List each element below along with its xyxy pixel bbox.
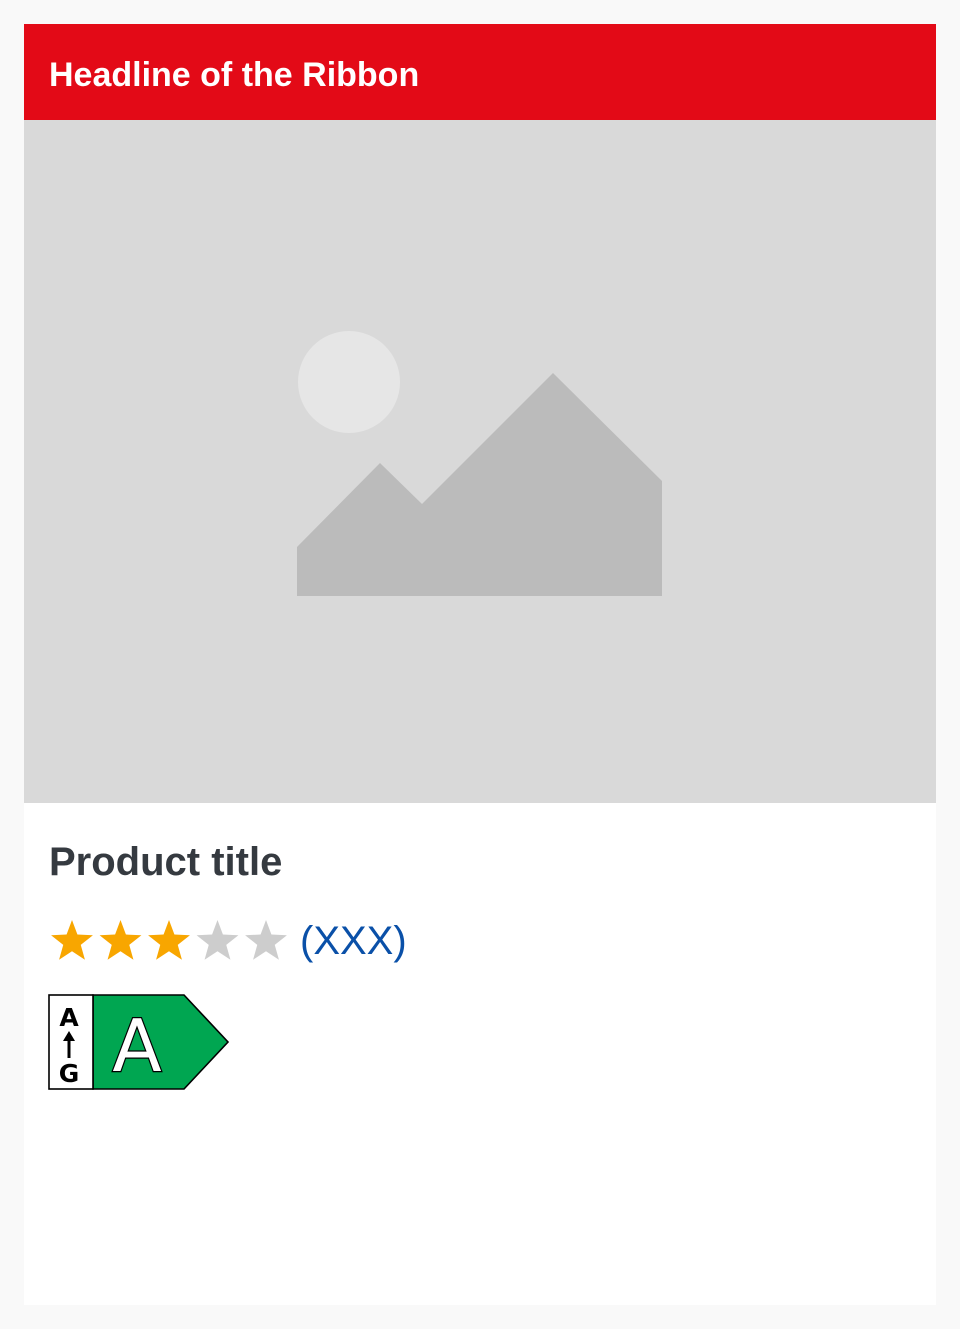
energy-label[interactable]: A G A [48,994,230,1097]
energy-scale-top: A [59,1003,79,1032]
energy-scale-bottom: G [59,1059,80,1088]
star-filled-icon [51,920,93,960]
star-filled-icon [99,920,142,960]
energy-class-letter: A [112,1004,161,1088]
star-empty-icon [245,920,287,960]
review-count-link[interactable]: (XXX) [300,917,407,965]
star-filled-icon [148,920,190,960]
sun-shape [298,331,400,433]
product-card[interactable]: Headline of the Ribbon Product title (XX… [24,24,936,1305]
product-image[interactable] [24,120,936,803]
image-placeholder-icon [297,331,662,596]
ribbon-headline: Headline of the Ribbon [49,56,420,94]
star-rating [51,920,287,960]
product-title[interactable]: Product title [49,839,282,885]
ribbon: Headline of the Ribbon [24,24,936,120]
energy-label-icon: A G A [48,994,230,1090]
star-empty-icon [196,920,239,960]
